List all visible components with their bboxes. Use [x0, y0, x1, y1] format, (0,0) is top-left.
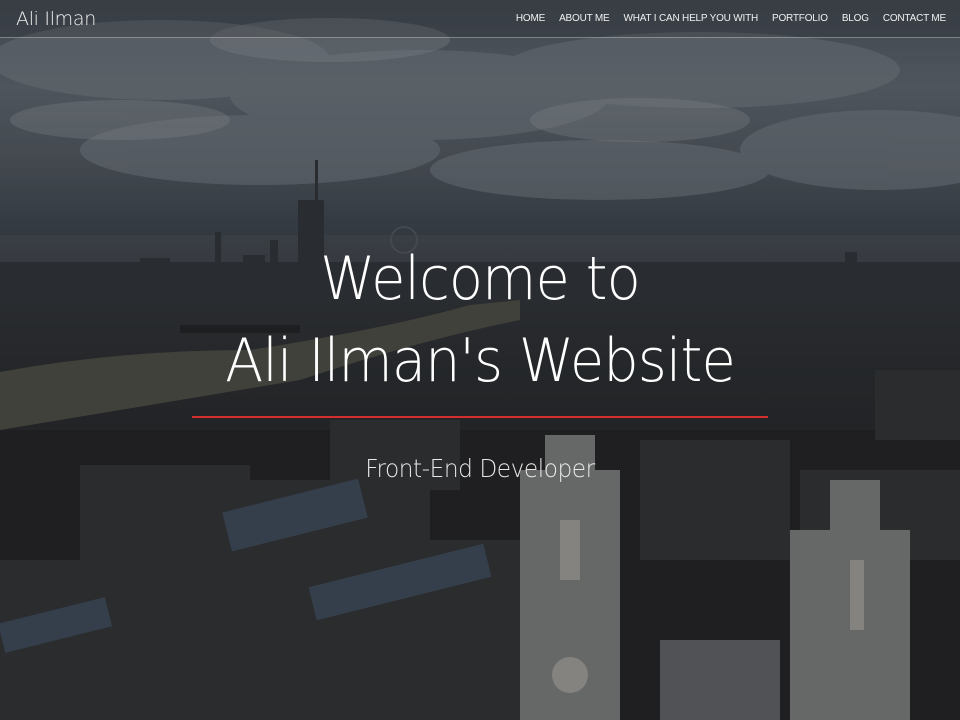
hero-title-line-1: Welcome to: [320, 244, 641, 314]
nav-link-contact-me[interactable]: CONTACT ME: [883, 13, 946, 24]
hero-section: Ali Ilman HOME ABOUT ME WHAT I CAN HELP …: [0, 0, 960, 720]
hero-content: Welcome to Ali Ilman's Website Front-End…: [0, 238, 960, 483]
hero-title: Welcome to Ali Ilman's Website: [34, 238, 927, 402]
nav-link-services[interactable]: WHAT I CAN HELP YOU WITH: [624, 13, 759, 24]
hero-subtitle: Front-End Developer: [365, 454, 595, 483]
hero-divider: [192, 416, 768, 418]
hero-title-line-2: Ali Ilman's Website: [225, 326, 736, 396]
brand-logo[interactable]: Ali Ilman: [16, 8, 96, 30]
top-navbar: Ali Ilman HOME ABOUT ME WHAT I CAN HELP …: [0, 0, 960, 38]
nav-link-about-me[interactable]: ABOUT ME: [559, 13, 610, 24]
nav-link-blog[interactable]: BLOG: [842, 13, 869, 24]
nav-link-portfolio[interactable]: PORTFOLIO: [772, 13, 828, 24]
nav-menu: HOME ABOUT ME WHAT I CAN HELP YOU WITH P…: [516, 13, 946, 24]
nav-link-home[interactable]: HOME: [516, 13, 545, 24]
